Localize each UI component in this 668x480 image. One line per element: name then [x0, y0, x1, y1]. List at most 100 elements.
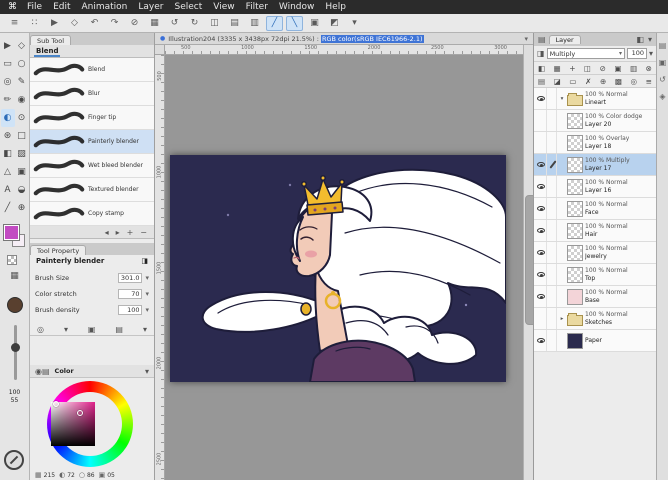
- layer-row[interactable]: ▾ 100 % Normal Lineart: [534, 88, 656, 110]
- opacity-stepper-icon[interactable]: ▾: [649, 49, 653, 58]
- layer-row[interactable]: 100 % Normal Face: [534, 198, 656, 220]
- toolbar-icon[interactable]: ↶: [86, 16, 103, 31]
- dock-panel-icon[interactable]: ▣: [659, 58, 667, 67]
- subtool-item[interactable]: Painterly blender: [30, 130, 154, 154]
- toolbar-icon[interactable]: ▾: [346, 16, 363, 31]
- tool-button[interactable]: ✎: [15, 73, 29, 91]
- hue-marker[interactable]: [53, 401, 59, 407]
- layer-thumbnail[interactable]: [567, 178, 583, 195]
- layer-op-icon[interactable]: ⊘: [600, 64, 606, 73]
- property-value-input[interactable]: 70: [118, 289, 143, 299]
- tab-list-icon[interactable]: ▾: [524, 35, 528, 43]
- rotate-canvas-dial[interactable]: [4, 450, 24, 470]
- layer-op-icon[interactable]: ▦: [554, 64, 561, 73]
- tool-button[interactable]: ╱: [1, 199, 15, 217]
- layer-visibility-toggle[interactable]: [536, 198, 547, 219]
- subtool-item[interactable]: Wet bleed blender: [30, 154, 154, 178]
- toolbar-icon[interactable]: ▥: [246, 16, 263, 31]
- layer-row[interactable]: 100 % Overlay Layer 18: [534, 132, 656, 154]
- color-value-chip[interactable]: ○ 86: [79, 471, 95, 479]
- layer-op-icon[interactable]: ✗: [585, 77, 591, 86]
- color-panel-collapse-icon[interactable]: ▾: [145, 367, 149, 376]
- toolbar-icon[interactable]: ↻: [186, 16, 203, 31]
- subtool-item[interactable]: Finger tip: [30, 106, 154, 130]
- layer-visibility-toggle[interactable]: [536, 308, 547, 329]
- property-value-input[interactable]: 100: [118, 305, 143, 315]
- toolbar-icon[interactable]: ≡: [6, 16, 23, 31]
- layer-visibility-toggle[interactable]: [536, 154, 547, 175]
- layer-thumbnail[interactable]: [567, 222, 583, 239]
- tool-button[interactable]: ◉: [15, 91, 29, 109]
- layer-thumbnail[interactable]: [567, 92, 583, 106]
- stepper-icon[interactable]: ▾: [145, 290, 149, 298]
- layers-panel-corner-icon[interactable]: ▾: [648, 35, 652, 44]
- layer-row[interactable]: ▸ 100 % Normal Sketches: [534, 308, 656, 330]
- sv-marker[interactable]: [77, 410, 83, 416]
- layer-opacity-input[interactable]: 100: [626, 48, 647, 59]
- color-history-icon[interactable]: ▦: [0, 271, 29, 281]
- layers-panel-menu-icon[interactable]: ▤: [538, 35, 546, 44]
- subtool-footer-icon[interactable]: −: [140, 228, 147, 237]
- layer-row[interactable]: 100 % Multiply Layer 17: [534, 154, 656, 176]
- layer-op-icon[interactable]: ▤: [538, 77, 545, 86]
- subtool-footer-icon[interactable]: +: [127, 228, 134, 237]
- tool-property-footer-icon[interactable]: ▾: [64, 325, 68, 334]
- toolbar-icon[interactable]: ▣: [306, 16, 323, 31]
- subtool-footer-icon[interactable]: ▸: [116, 228, 120, 237]
- layer-row[interactable]: Paper: [534, 330, 656, 352]
- layer-thumbnail[interactable]: [567, 288, 583, 305]
- tool-button[interactable]: ▣: [15, 163, 29, 181]
- toolbar-icon[interactable]: ◫: [206, 16, 223, 31]
- layer-op-icon[interactable]: ◧: [538, 64, 545, 73]
- toolbar-icon[interactable]: ∷: [26, 16, 43, 31]
- menu-item[interactable]: Layer: [138, 2, 163, 12]
- menu-item[interactable]: View: [213, 2, 234, 12]
- layer-op-icon[interactable]: ▥: [630, 64, 637, 73]
- layer-op-icon[interactable]: ◫: [584, 64, 591, 73]
- layer-row[interactable]: 100 % Normal Layer 16: [534, 176, 656, 198]
- color-panel-tab-icon[interactable]: ▤: [42, 367, 50, 376]
- toolbar-icon[interactable]: ⊘: [126, 16, 143, 31]
- tool-button[interactable]: ◐: [0, 109, 15, 127]
- blend-mode-select[interactable]: Multiply ▾: [546, 48, 625, 59]
- layer-visibility-toggle[interactable]: [536, 264, 547, 285]
- menu-item[interactable]: Animation: [82, 2, 128, 12]
- saturation-value-square[interactable]: [51, 402, 95, 446]
- menu-item[interactable]: Select: [174, 2, 202, 12]
- toolbar-icon[interactable]: ◇: [66, 16, 83, 31]
- tool-property-footer-icon[interactable]: ▾: [143, 325, 147, 334]
- toolbar-icon[interactable]: ↺: [166, 16, 183, 31]
- slider-knob[interactable]: [11, 343, 20, 352]
- layer-visibility-toggle[interactable]: [536, 242, 547, 263]
- layer-op-icon[interactable]: ≡: [646, 77, 652, 86]
- layer-visibility-toggle[interactable]: [536, 286, 547, 307]
- toolbar-icon[interactable]: ▶: [46, 16, 63, 31]
- layer-visibility-toggle[interactable]: [536, 176, 547, 197]
- layer-row[interactable]: 100 % Normal Hair: [534, 220, 656, 242]
- subtool-item[interactable]: Blur: [30, 82, 154, 106]
- subtool-group-header[interactable]: Blend: [30, 45, 154, 58]
- layer-thumbnail[interactable]: [567, 312, 583, 326]
- tool-button[interactable]: ○: [15, 55, 29, 73]
- wrench-icon[interactable]: ◨: [141, 257, 148, 266]
- tool-button[interactable]: ⊙: [15, 109, 29, 127]
- layer-row[interactable]: 100 % Normal Jewelry: [534, 242, 656, 264]
- layer-op-icon[interactable]: ◎: [631, 77, 638, 86]
- layer-row[interactable]: 100 % Normal Base: [534, 286, 656, 308]
- layer-visibility-toggle[interactable]: [536, 330, 547, 351]
- stepper-icon[interactable]: ▾: [145, 274, 149, 282]
- property-value-input[interactable]: 301.0: [117, 273, 143, 283]
- current-tone-swatch[interactable]: [7, 297, 23, 313]
- tool-button[interactable]: ⊛: [1, 127, 15, 145]
- layer-op-icon[interactable]: ⊗: [646, 64, 652, 73]
- layer-op-icon[interactable]: ▣: [614, 64, 621, 73]
- layer-row[interactable]: 100 % Normal Top: [534, 264, 656, 286]
- apple-menu-icon[interactable]: ⌘: [8, 2, 17, 12]
- tool-property-footer-icon[interactable]: ◎: [37, 325, 44, 334]
- layer-visibility-toggle[interactable]: [536, 110, 547, 131]
- layer-op-icon[interactable]: ▭: [569, 77, 576, 86]
- toolbar-icon[interactable]: ▤: [226, 16, 243, 31]
- tool-property-footer-icon[interactable]: ▣: [88, 325, 96, 334]
- tool-button[interactable]: A: [1, 181, 15, 199]
- tool-button[interactable]: ◒: [15, 181, 29, 199]
